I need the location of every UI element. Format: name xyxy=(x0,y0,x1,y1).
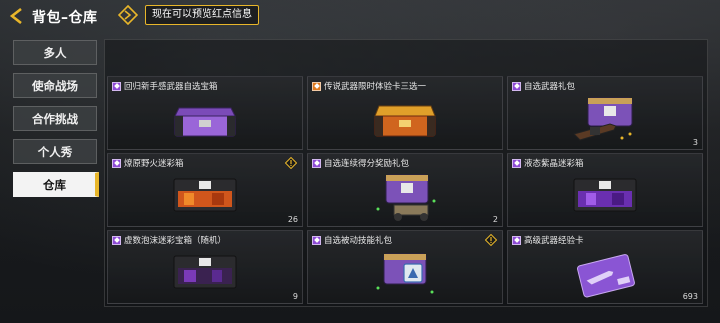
warning-icon xyxy=(485,234,497,246)
item-label: 传说武器限时体验卡三选一 xyxy=(324,82,427,92)
item-label: 回归新手感武器自选宝箱 xyxy=(124,82,218,92)
scorestreak-case-icon xyxy=(376,174,436,221)
item-cell[interactable]: 自选被动技能礼包 xyxy=(307,230,503,304)
purple-crate-icon xyxy=(174,107,236,137)
warning-icon xyxy=(285,157,297,169)
item-cell[interactable]: 传说武器限时体验卡三选一 xyxy=(307,76,503,150)
item-cell[interactable]: 燎原野火迷彩箱 26 xyxy=(107,153,303,227)
item-cell[interactable]: 自选连续得分奖励礼包 2 xyxy=(307,153,503,227)
rarity-badge xyxy=(312,235,321,245)
item-cell[interactable]: 液态紫晶迷彩箱 xyxy=(507,153,703,227)
gold-crate-icon xyxy=(374,105,436,137)
chevron-left-icon xyxy=(9,8,22,24)
rarity-badge xyxy=(312,81,321,91)
item-label: 自选武器礼包 xyxy=(524,82,576,92)
sidebar-item-battle-royale[interactable]: 使命战场 xyxy=(13,73,97,98)
rarity-badge xyxy=(112,235,121,245)
back-button[interactable] xyxy=(8,7,26,25)
item-count: 2 xyxy=(492,215,498,224)
fire-camo-crate-icon xyxy=(173,178,237,212)
item-cell[interactable]: 自选武器礼包 3 xyxy=(507,76,703,150)
item-label: 自选连续得分奖励礼包 xyxy=(324,159,410,169)
item-label: 高级武器经验卡 xyxy=(524,236,584,246)
sidebar-item-warehouse[interactable]: 仓库 xyxy=(13,172,99,197)
weapon-xp-card-icon xyxy=(577,254,635,298)
item-cell[interactable]: 回归新手感武器自选宝箱 xyxy=(107,76,303,150)
rarity-badge xyxy=(312,158,321,168)
item-count: 3 xyxy=(692,138,698,147)
perk-case-icon xyxy=(376,253,434,294)
rarity-badge xyxy=(512,158,521,168)
item-grid: 回归新手感武器自选宝箱 传说武器限时体验卡三选一 自选武器礼包 3 燎原野火迷彩… xyxy=(104,39,708,307)
item-count: 9 xyxy=(292,292,298,301)
item-label: 燎原野火迷彩箱 xyxy=(124,159,184,169)
item-count: 693 xyxy=(682,292,698,301)
rarity-badge xyxy=(512,235,521,245)
rarity-badge xyxy=(112,158,121,168)
notice-banner: 现在可以预览红点信息 xyxy=(145,5,259,25)
rarity-badge xyxy=(512,81,521,91)
sidebar-item-coop[interactable]: 合作挑战 xyxy=(13,106,97,131)
item-cell[interactable]: 高级武器经验卡 693 xyxy=(507,230,703,304)
sidebar-item-multiplayer[interactable]: 多人 xyxy=(13,40,97,65)
amethyst-camo-crate-icon xyxy=(573,178,637,212)
item-count: 26 xyxy=(287,215,298,224)
notice-icon[interactable] xyxy=(117,4,139,26)
item-cell[interactable]: 虚数泡沫迷彩宝箱（随机） 9 xyxy=(107,230,303,304)
header: 背包–仓库 现在可以预览红点信息 xyxy=(0,0,720,32)
rarity-badge xyxy=(112,81,121,91)
page-title: 背包–仓库 xyxy=(32,10,98,26)
item-label: 虚数泡沫迷彩宝箱（随机） xyxy=(124,236,227,246)
foam-camo-crate-icon xyxy=(173,255,237,289)
item-label: 液态紫晶迷彩箱 xyxy=(524,159,584,169)
weapon-case-rifle-icon xyxy=(573,97,633,141)
sidebar: 多人 使命战场 合作挑战 个人秀 仓库 xyxy=(13,40,99,205)
item-label: 自选被动技能礼包 xyxy=(324,236,393,246)
sidebar-item-profile-show[interactable]: 个人秀 xyxy=(13,139,97,164)
